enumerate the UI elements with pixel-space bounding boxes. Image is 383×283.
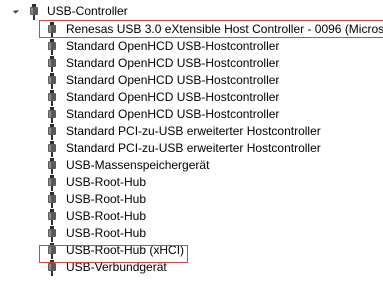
tree-device-label: USB-Root-Hub (xHCI) bbox=[66, 243, 185, 257]
tree-device-item[interactable]: USB-Root-Hub bbox=[0, 208, 383, 225]
tree-device-label: Standard PCI-zu-USB erweiterter Hostcont… bbox=[66, 141, 321, 155]
tree-device-item[interactable]: Renesas USB 3.0 eXtensible Host Controll… bbox=[0, 21, 383, 38]
expand-collapse-icon[interactable] bbox=[12, 7, 20, 14]
tree-device-item[interactable]: Standard PCI-zu-USB erweiterter Hostcont… bbox=[0, 123, 383, 140]
tree-device-item[interactable]: Standard OpenHCD USB-Hostcontroller bbox=[0, 72, 383, 89]
tree-device-label: Standard OpenHCD USB-Hostcontroller bbox=[66, 90, 280, 104]
tree-device-item[interactable]: USB-Root-Hub bbox=[0, 225, 383, 242]
tree-device-label: USB-Massenspeichergerät bbox=[66, 158, 210, 172]
tree-device-item[interactable]: USB-Verbundgerät bbox=[0, 259, 383, 276]
tree-device-item[interactable]: USB-Massenspeichergerät bbox=[0, 157, 383, 174]
tree-device-label: USB-Root-Hub bbox=[66, 209, 147, 223]
tree-device-label: Standard OpenHCD USB-Hostcontroller bbox=[66, 107, 280, 121]
tree-device-item[interactable]: Standard OpenHCD USB-Hostcontroller bbox=[0, 89, 383, 106]
tree-device-label: USB-Root-Hub bbox=[66, 175, 147, 189]
tree-device-item[interactable]: Standard OpenHCD USB-Hostcontroller bbox=[0, 106, 383, 123]
usb-plug-icon bbox=[47, 260, 57, 279]
tree-device-label: USB-Root-Hub bbox=[66, 192, 147, 206]
tree-device-label: Renesas USB 3.0 eXtensible Host Controll… bbox=[66, 22, 383, 36]
tree-device-item[interactable]: Standard OpenHCD USB-Hostcontroller bbox=[0, 38, 383, 55]
tree-device-label: Standard PCI-zu-USB erweiterter Hostcont… bbox=[66, 124, 321, 138]
tree-device-item[interactable]: Standard PCI-zu-USB erweiterter Hostcont… bbox=[0, 140, 383, 157]
tree-device-label: Standard OpenHCD USB-Hostcontroller bbox=[66, 73, 280, 87]
tree-device-label: Standard OpenHCD USB-Hostcontroller bbox=[66, 39, 280, 53]
device-tree: USB-Controller Renesas USB 3.0 eXtensibl… bbox=[0, 0, 383, 283]
tree-device-label: Standard OpenHCD USB-Hostcontroller bbox=[66, 56, 280, 70]
tree-device-item[interactable]: Standard OpenHCD USB-Hostcontroller bbox=[0, 55, 383, 72]
tree-device-item[interactable]: USB-Root-Hub bbox=[0, 191, 383, 208]
tree-device-item[interactable]: USB-Root-Hub bbox=[0, 174, 383, 191]
tree-device-label: USB-Root-Hub bbox=[66, 226, 147, 240]
tree-category-label: USB-Controller bbox=[47, 4, 128, 18]
tree-device-label: USB-Verbundgerät bbox=[66, 260, 167, 274]
tree-device-item[interactable]: USB-Root-Hub (xHCI) bbox=[0, 242, 383, 259]
